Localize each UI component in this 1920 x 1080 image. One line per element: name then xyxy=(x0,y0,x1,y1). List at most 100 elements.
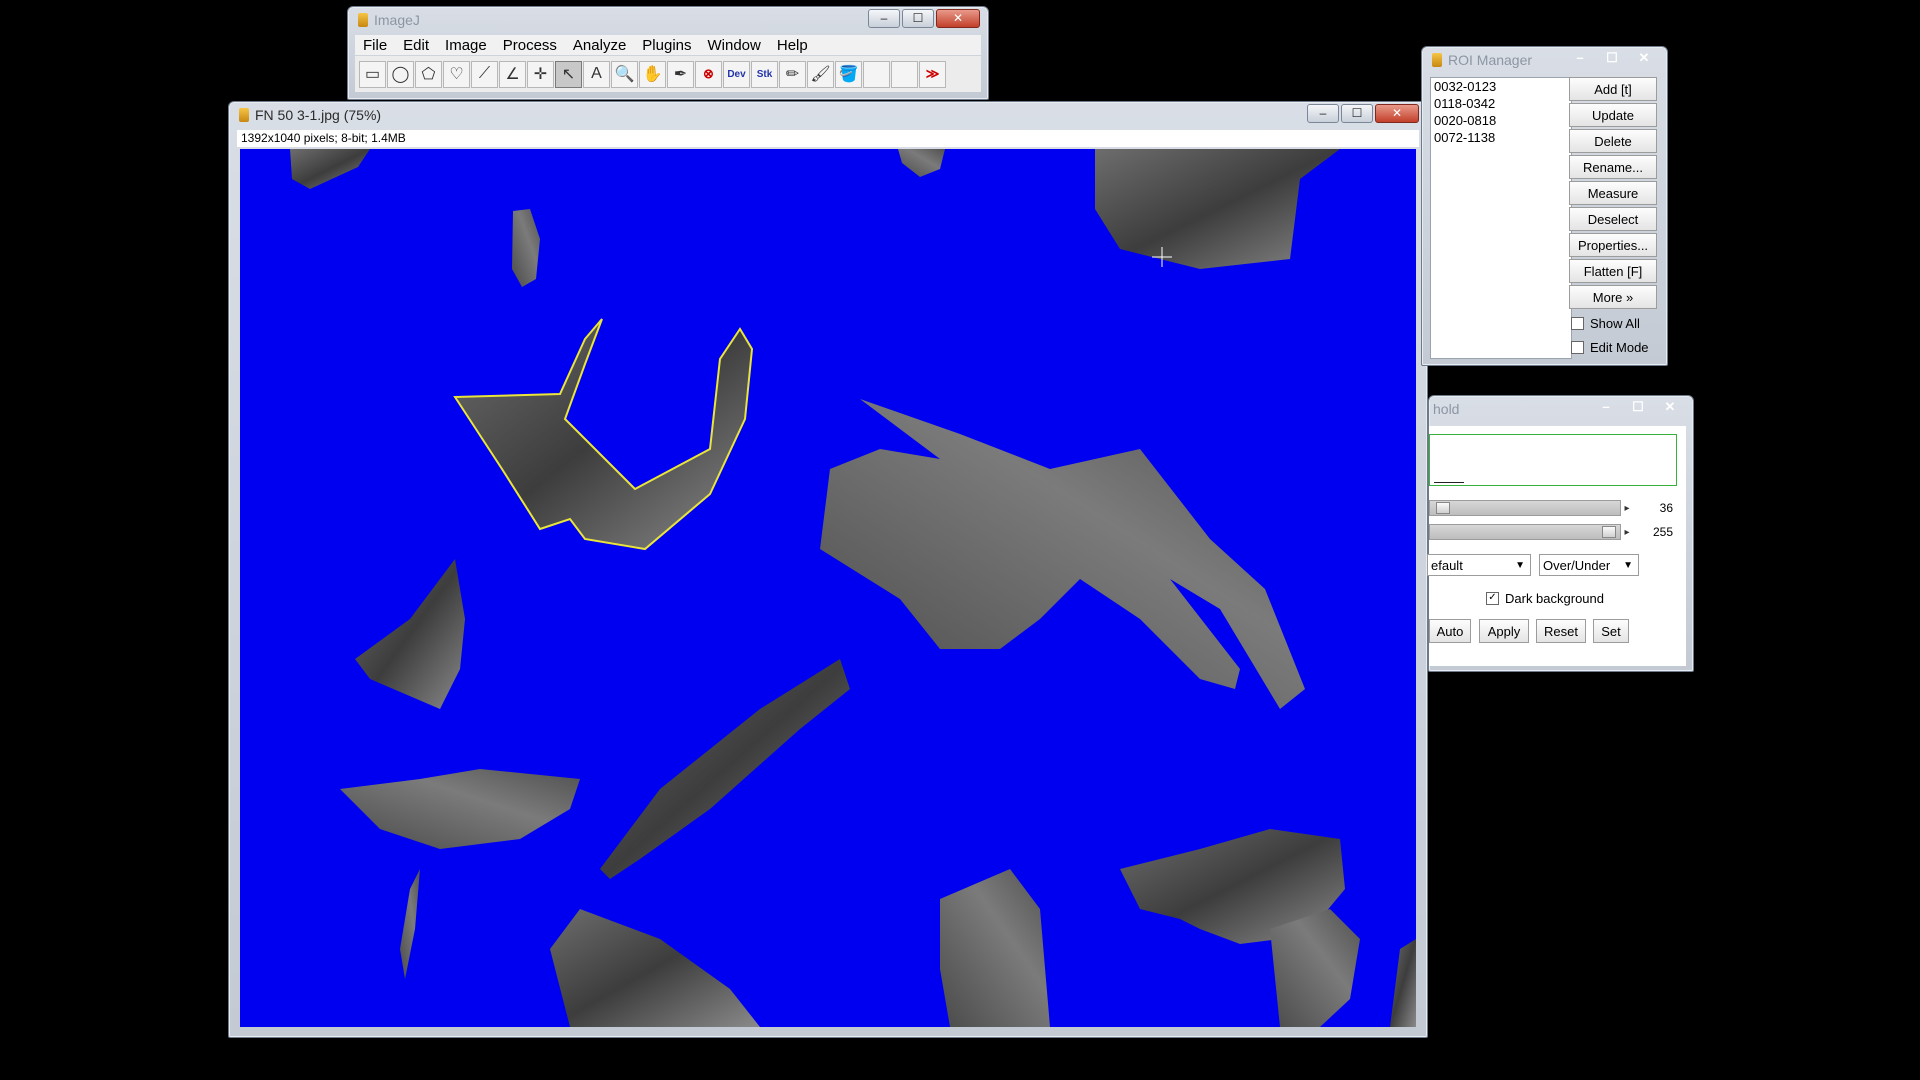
dev-tool-icon[interactable]: Dev xyxy=(723,60,750,88)
max-slider-arrow-icon[interactable]: ▸ xyxy=(1621,527,1633,538)
update-button[interactable]: Update xyxy=(1569,103,1657,127)
minimize-button[interactable]: – xyxy=(868,9,900,28)
maximize-button[interactable]: ☐ xyxy=(1597,49,1627,67)
dark-background-label: Dark background xyxy=(1505,590,1604,606)
roi-list[interactable]: 0032-0123 0118-0342 0020-0818 0072-1138 xyxy=(1430,77,1572,359)
oval-tool-icon[interactable]: ◯ xyxy=(387,60,414,88)
close-button[interactable]: ✕ xyxy=(936,9,980,28)
line-tool-icon[interactable]: ⟋ xyxy=(471,60,498,88)
menu-analyze[interactable]: Analyze xyxy=(565,37,634,54)
freehand-tool-icon[interactable]: ♡ xyxy=(443,60,470,88)
threshold-window: hold – ☐ ✕ ▸ 36 ▸ 255 efault ▼ Over/Unde… xyxy=(1427,395,1694,672)
threshold-display-value: Over/Under xyxy=(1543,558,1611,573)
rectangle-tool-icon[interactable]: ▭ xyxy=(359,60,386,88)
roi-manager-window: ROI Manager – ☐ ✕ 0032-0123 0118-0342 00… xyxy=(1421,46,1668,366)
roi-list-item[interactable]: 0118-0342 xyxy=(1431,95,1571,112)
threshold-panel: ▸ 36 ▸ 255 efault ▼ Over/Under ▼ ✓ Dark … xyxy=(1427,426,1686,666)
remove-overlay-tool-icon[interactable]: ⊗ xyxy=(695,60,722,88)
delete-button[interactable]: Delete xyxy=(1569,129,1657,153)
maximize-button[interactable]: ☐ xyxy=(902,9,934,28)
imagej-icon xyxy=(358,13,368,27)
empty-slot-1[interactable] xyxy=(863,60,890,88)
threshold-display-select[interactable]: Over/Under ▼ xyxy=(1539,554,1639,576)
max-threshold-value: 255 xyxy=(1652,525,1673,539)
image-window: FN 50 3-1.jpg (75%) – ☐ ✕ 1392x1040 pixe… xyxy=(228,101,1428,1038)
threshold-titlebar[interactable]: hold – ☐ ✕ xyxy=(1429,396,1693,422)
wand-tool-icon[interactable]: ↖ xyxy=(555,60,582,88)
rename-button[interactable]: Rename... xyxy=(1569,155,1657,179)
close-button[interactable]: ✕ xyxy=(1655,398,1685,416)
edit-mode-label: Edit Mode xyxy=(1590,339,1649,355)
roi-manager-titlebar[interactable]: ROI Manager – ☐ ✕ xyxy=(1422,47,1667,73)
pencil-tool-icon[interactable]: ✏ xyxy=(779,60,806,88)
auto-button[interactable]: Auto xyxy=(1429,619,1471,643)
image-window-title: FN 50 3-1.jpg (75%) xyxy=(255,107,382,123)
menu-plugins[interactable]: Plugins xyxy=(634,37,699,54)
polygon-tool-icon[interactable]: ⬠ xyxy=(415,60,442,88)
stk-tool-icon[interactable]: Stk xyxy=(751,60,778,88)
minimize-button[interactable]: – xyxy=(1307,104,1339,123)
cell-shapes xyxy=(290,149,1416,1027)
edit-mode-checkbox[interactable] xyxy=(1571,340,1584,354)
dark-background-row: ✓ Dark background xyxy=(1486,586,1604,610)
menu-window[interactable]: Window xyxy=(700,37,769,54)
reset-button[interactable]: Reset xyxy=(1536,619,1586,643)
menu-process[interactable]: Process xyxy=(495,37,565,54)
edit-mode-row: Edit Mode xyxy=(1571,335,1661,359)
more-button[interactable]: More » xyxy=(1569,285,1657,309)
color-picker-tool-icon[interactable]: ✒ xyxy=(667,60,694,88)
min-slider-row: ▸ 36 xyxy=(1429,498,1693,518)
threshold-method-select[interactable]: efault ▼ xyxy=(1427,554,1531,576)
threshold-title: hold xyxy=(1433,401,1460,417)
close-button[interactable]: ✕ xyxy=(1375,104,1419,123)
flatten-button[interactable]: Flatten [F] xyxy=(1569,259,1657,283)
menu-edit[interactable]: Edit xyxy=(395,37,437,54)
point-tool-icon[interactable]: ✛ xyxy=(527,60,554,88)
imagej-icon xyxy=(239,108,249,122)
show-all-checkbox[interactable] xyxy=(1571,316,1584,330)
roi-list-item[interactable]: 0032-0123 xyxy=(1431,78,1571,95)
menu-image[interactable]: Image xyxy=(437,37,495,54)
image-info: 1392x1040 pixels; 8-bit; 1.4MB xyxy=(237,130,1419,147)
minimize-button[interactable]: – xyxy=(1591,398,1621,416)
min-threshold-slider[interactable] xyxy=(1429,500,1621,516)
set-button[interactable]: Set xyxy=(1593,619,1629,643)
brush-tool-icon[interactable]: 🖌 xyxy=(807,60,834,88)
measure-button[interactable]: Measure xyxy=(1569,181,1657,205)
add-button[interactable]: Add [t] xyxy=(1569,77,1657,101)
roi-list-item[interactable]: 0072-1138 xyxy=(1431,129,1571,146)
min-slider-thumb[interactable] xyxy=(1436,502,1450,514)
toolbar: ▭ ◯ ⬠ ♡ ⟋ ∠ ✛ ↖ A 🔍 ✋ ✒ ⊗ Dev Stk ✏ 🖌 🪣 ≫ xyxy=(355,56,981,92)
text-tool-icon[interactable]: A xyxy=(583,60,610,88)
chevron-down-icon: ▼ xyxy=(1623,560,1633,571)
menu-help[interactable]: Help xyxy=(769,37,816,54)
maximize-button[interactable]: ☐ xyxy=(1341,104,1373,123)
max-threshold-slider[interactable] xyxy=(1429,524,1621,540)
imagej-title: ImageJ xyxy=(374,12,420,28)
roi-list-item[interactable]: 0020-0818 xyxy=(1431,112,1571,129)
scroll-tool-icon[interactable]: ✋ xyxy=(639,60,666,88)
image-window-titlebar[interactable]: FN 50 3-1.jpg (75%) – ☐ ✕ xyxy=(229,102,1427,128)
show-all-label: Show All xyxy=(1590,315,1640,331)
maximize-button[interactable]: ☐ xyxy=(1623,398,1653,416)
close-button[interactable]: ✕ xyxy=(1629,49,1659,67)
imagej-icon xyxy=(1432,53,1442,67)
more-tools[interactable]: ≫ xyxy=(919,60,946,88)
imagej-titlebar[interactable]: ImageJ – ☐ ✕ xyxy=(348,7,988,33)
roi-button-panel: Add [t] Update Delete Rename... Measure … xyxy=(1569,77,1661,359)
show-all-row: Show All xyxy=(1571,311,1661,335)
magnifier-tool-icon[interactable]: 🔍 xyxy=(611,60,638,88)
apply-button[interactable]: Apply xyxy=(1479,619,1529,643)
minimize-button[interactable]: – xyxy=(1565,49,1595,67)
max-slider-thumb[interactable] xyxy=(1602,526,1616,538)
flood-fill-tool-icon[interactable]: 🪣 xyxy=(835,60,862,88)
image-canvas[interactable] xyxy=(240,149,1416,1027)
min-slider-arrow-icon[interactable]: ▸ xyxy=(1621,503,1633,514)
deselect-button[interactable]: Deselect xyxy=(1569,207,1657,231)
properties-button[interactable]: Properties... xyxy=(1569,233,1657,257)
angle-tool-icon[interactable]: ∠ xyxy=(499,60,526,88)
dark-background-checkbox[interactable]: ✓ xyxy=(1486,591,1499,605)
menubar: File Edit Image Process Analyze Plugins … xyxy=(355,35,981,55)
menu-file[interactable]: File xyxy=(355,37,395,54)
empty-slot-2[interactable] xyxy=(891,60,918,88)
